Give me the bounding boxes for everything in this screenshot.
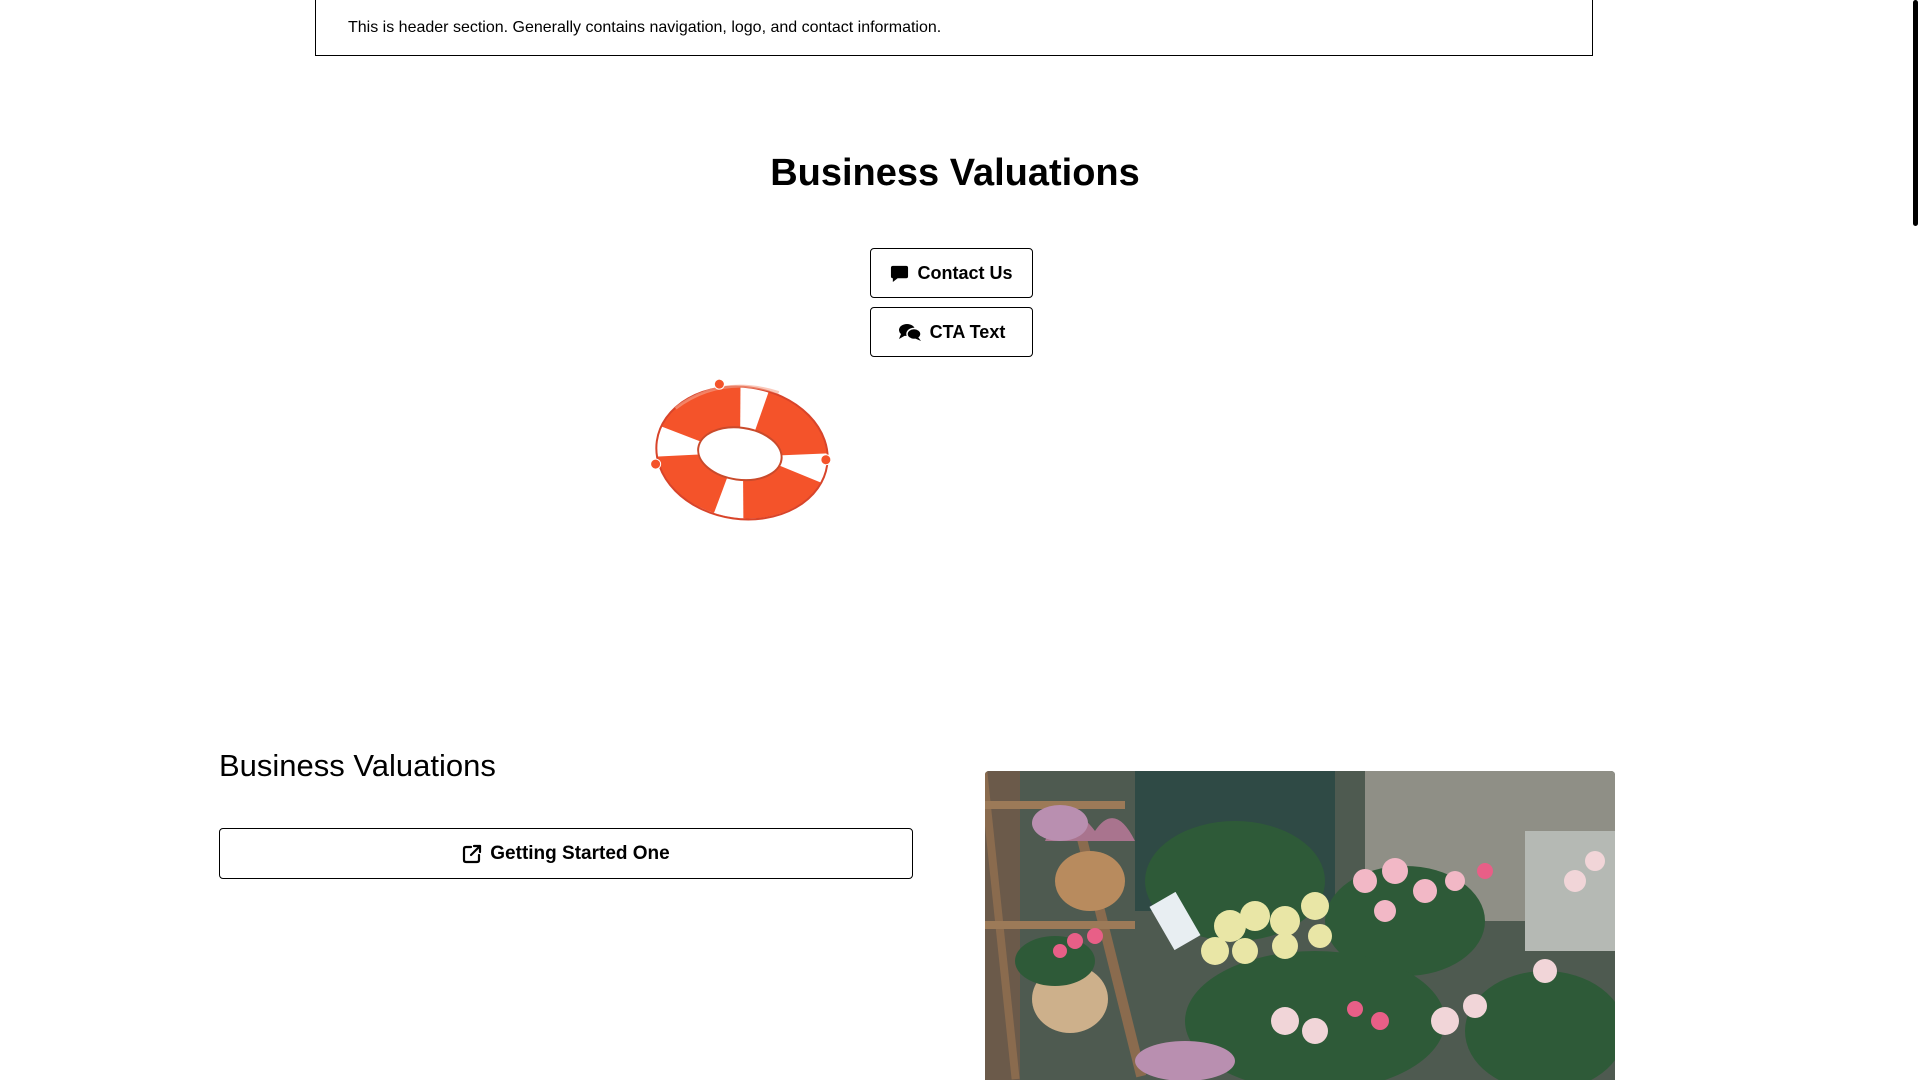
scrollbar[interactable] xyxy=(1910,0,1920,1080)
cta-label: CTA Text xyxy=(929,321,1006,342)
header: This is header section. Generally contai… xyxy=(315,0,1593,56)
cta-button[interactable]: CTA Text xyxy=(870,307,1033,357)
getting-started-label: Getting Started One xyxy=(490,842,670,864)
lifebuoy-icon xyxy=(648,377,836,529)
header-text: This is header section. Generally contai… xyxy=(348,18,942,36)
flower-shop-photo xyxy=(985,771,1615,1080)
external-link-icon xyxy=(462,844,482,864)
chat-bubbles-icon xyxy=(898,322,922,342)
contact-us-label: Contact Us xyxy=(917,262,1013,283)
chat-bubble-icon xyxy=(890,264,909,283)
getting-started-button[interactable]: Getting Started One xyxy=(219,828,913,879)
contact-us-button[interactable]: Contact Us xyxy=(870,248,1033,298)
hero-title: Business Valuations xyxy=(770,152,1140,194)
page: This is header section. Generally contai… xyxy=(0,0,1920,1080)
scrollbar-thumb[interactable] xyxy=(1913,0,1918,226)
section-title: Business Valuations xyxy=(219,748,496,783)
